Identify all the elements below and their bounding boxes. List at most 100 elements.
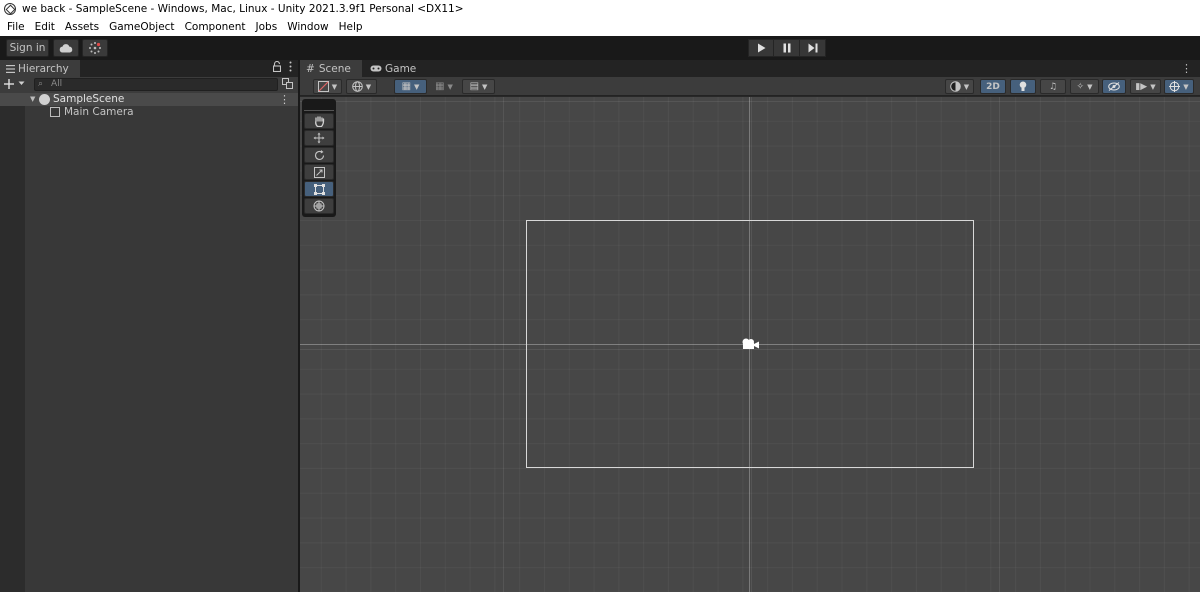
- increment-snap-dropdown[interactable]: ▤ ▼: [462, 79, 495, 94]
- scene-kebab-menu-icon[interactable]: ⋮: [279, 93, 290, 106]
- list-icon: [6, 64, 15, 73]
- scale-icon: [313, 166, 325, 178]
- effects-icon: ✧: [1076, 81, 1085, 92]
- menu-assets[interactable]: Assets: [60, 21, 104, 33]
- scene-viewport[interactable]: [300, 97, 1200, 592]
- lock-icon[interactable]: [273, 61, 281, 72]
- grid-icon: ▦: [435, 81, 445, 92]
- scene-tab-bar: # Scene Game ⋮: [300, 60, 1200, 77]
- rect-transform-icon: [313, 183, 325, 195]
- chevron-down-icon: ▼: [447, 82, 453, 91]
- search-by-type-button[interactable]: [282, 78, 293, 92]
- menu-window[interactable]: Window: [282, 21, 333, 33]
- palette-drag-handle[interactable]: [304, 101, 334, 111]
- 2d-mode-label: 2D: [986, 81, 1000, 92]
- step-icon: [808, 43, 817, 53]
- menu-edit[interactable]: Edit: [30, 21, 60, 33]
- hierarchy-tree: ▼ SampleScene ⋮ Main Camera: [0, 93, 298, 592]
- effects-dropdown[interactable]: ✧ ▼: [1070, 79, 1099, 94]
- move-arrows-icon: [313, 132, 325, 144]
- gamepad-icon: [370, 65, 382, 72]
- camera-gizmo-icon[interactable]: [740, 337, 760, 351]
- hierarchy-tab-tools: [273, 61, 292, 72]
- shaded-mode-icon: [317, 81, 329, 92]
- 2d-mode-toggle[interactable]: 2D: [980, 79, 1006, 94]
- sign-in-button[interactable]: Sign in: [6, 39, 49, 57]
- main-toolbar: Sign in: [0, 36, 1200, 60]
- menu-component[interactable]: Component: [180, 21, 251, 33]
- unity-logo-icon: [4, 3, 16, 15]
- global-local-dropdown[interactable]: ▼: [346, 79, 377, 94]
- chevron-down-icon: [18, 81, 25, 85]
- lightbulb-icon: [1019, 81, 1027, 91]
- playmode-controls: [748, 39, 826, 57]
- tab-scene[interactable]: # Scene: [300, 60, 362, 77]
- tab-scene-label: Scene: [318, 62, 351, 75]
- sphere-icon: [949, 81, 961, 92]
- menu-bar: File Edit Assets GameObject Component Jo…: [0, 18, 1200, 36]
- menu-file[interactable]: File: [2, 21, 30, 33]
- camera-dropdown[interactable]: ▮▶ ▼: [1130, 79, 1161, 94]
- gizmos-dropdown[interactable]: ▼: [1164, 79, 1194, 94]
- chevron-down-icon: ▼: [1087, 82, 1093, 91]
- grid-visibility-dropdown[interactable]: ▦ ▼: [430, 79, 458, 94]
- scene-visibility-toggle[interactable]: [1102, 79, 1126, 94]
- play-button[interactable]: [748, 39, 774, 57]
- add-object-button[interactable]: [4, 77, 25, 91]
- window-title-bar: we back - SampleScene - Windows, Mac, Li…: [0, 0, 1200, 18]
- rotate-tool-button[interactable]: [304, 147, 334, 163]
- rotate-icon: [314, 149, 324, 160]
- scale-tool-button[interactable]: [304, 164, 334, 180]
- collab-icon: [89, 42, 101, 54]
- gameobject-cube-icon: [50, 107, 60, 117]
- chevron-down-icon: ▼: [365, 82, 372, 91]
- tab-game-label: Game: [385, 62, 417, 75]
- gizmo-icon: [1169, 81, 1181, 92]
- collab-button[interactable]: [82, 39, 108, 57]
- hierarchy-tab-bar: Hierarchy: [0, 60, 298, 77]
- unity-scene-icon: [39, 94, 50, 105]
- menu-jobs[interactable]: Jobs: [251, 21, 283, 33]
- hand-icon: [314, 115, 324, 127]
- filter-icon: [282, 78, 293, 89]
- transform-icon: [313, 200, 325, 212]
- lighting-toggle[interactable]: [1010, 79, 1036, 94]
- step-button[interactable]: [800, 39, 826, 57]
- kebab-menu-icon[interactable]: [289, 61, 292, 72]
- menu-help[interactable]: Help: [334, 21, 368, 33]
- audio-toggle[interactable]: ♫: [1040, 79, 1066, 94]
- ruler-icon: ▤: [469, 81, 480, 92]
- menu-gameobject[interactable]: GameObject: [104, 21, 179, 33]
- search-icon: ⌕: [38, 79, 44, 89]
- expand-arrow-icon[interactable]: ▼: [30, 93, 35, 106]
- window-title: we back - SampleScene - Windows, Mac, Li…: [22, 3, 464, 15]
- move-tool-button[interactable]: [304, 130, 334, 146]
- grid-snap-dropdown[interactable]: ▦ ▼: [394, 79, 427, 94]
- draw-mode-dropdown[interactable]: ▼: [313, 79, 342, 94]
- chevron-down-icon: ▼: [963, 82, 970, 91]
- hierarchy-toolbar: ⌕ All: [0, 77, 298, 93]
- pause-button[interactable]: [774, 39, 800, 57]
- hand-tool-button[interactable]: [304, 113, 334, 129]
- chevron-down-icon: ▼: [482, 82, 488, 91]
- scene-name: SampleScene: [53, 93, 125, 105]
- audio-icon: ♫: [1048, 81, 1058, 92]
- tab-game[interactable]: Game: [368, 60, 416, 77]
- chevron-down-icon: ▼: [331, 82, 338, 91]
- camera-settings-dropdown[interactable]: ▼: [945, 79, 974, 94]
- hierarchy-search-placeholder: All: [51, 79, 63, 89]
- plus-icon: [4, 78, 14, 89]
- grid-snap-icon: ▦: [401, 81, 412, 92]
- tree-item-main-camera[interactable]: Main Camera: [0, 106, 298, 119]
- scene-kebab-menu-icon[interactable]: ⋮: [1181, 60, 1192, 77]
- play-icon: [757, 43, 765, 53]
- hierarchy-search-input[interactable]: ⌕ All: [34, 78, 278, 91]
- transform-tool-button[interactable]: [304, 198, 334, 214]
- rect-tool-button[interactable]: [304, 181, 334, 197]
- cloud-button[interactable]: [53, 39, 79, 57]
- gameobject-name: Main Camera: [64, 106, 134, 118]
- tab-hierarchy[interactable]: Hierarchy: [0, 60, 80, 77]
- tab-hierarchy-label: Hierarchy: [18, 62, 69, 75]
- transform-tools-palette: [302, 99, 336, 217]
- tree-item-scene[interactable]: ▼ SampleScene ⋮: [0, 93, 298, 106]
